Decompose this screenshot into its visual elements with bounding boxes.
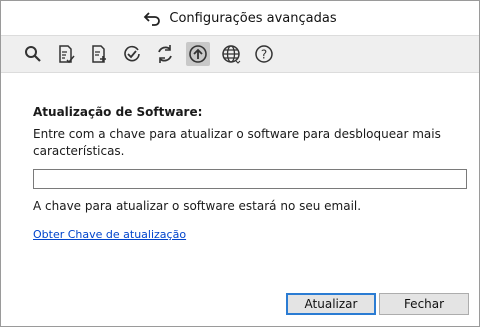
- svg-text:?: ?: [261, 48, 267, 62]
- dialog-window: Configurações avançadas ? Atualização de…: [0, 0, 480, 327]
- help-icon[interactable]: ?: [252, 42, 276, 66]
- toolbar: ?: [1, 35, 479, 73]
- section-heading: Atualização de Software:: [33, 105, 203, 119]
- document-add-icon[interactable]: [87, 42, 111, 66]
- refresh-icon[interactable]: [153, 42, 177, 66]
- email-note: A chave para atualizar o software estará…: [33, 199, 362, 213]
- update-key-input[interactable]: [33, 169, 467, 189]
- section-description: Entre com a chave para atualizar o softw…: [33, 127, 441, 158]
- globe-icon[interactable]: [219, 42, 243, 66]
- check-circle-icon[interactable]: [120, 42, 144, 66]
- search-icon[interactable]: [21, 42, 45, 66]
- window-title: Configurações avançadas: [169, 10, 337, 26]
- title-bar: Configurações avançadas: [1, 1, 479, 35]
- upload-icon[interactable]: [186, 42, 210, 66]
- document-edit-icon[interactable]: [54, 42, 78, 66]
- software-update-section: Atualização de Software: Entre com a cha…: [33, 105, 467, 241]
- get-update-key-link[interactable]: Obter Chave de atualização: [33, 228, 186, 241]
- update-button[interactable]: Atualizar: [286, 293, 376, 315]
- close-button[interactable]: Fechar: [379, 293, 469, 315]
- back-arrow-icon[interactable]: [143, 10, 161, 26]
